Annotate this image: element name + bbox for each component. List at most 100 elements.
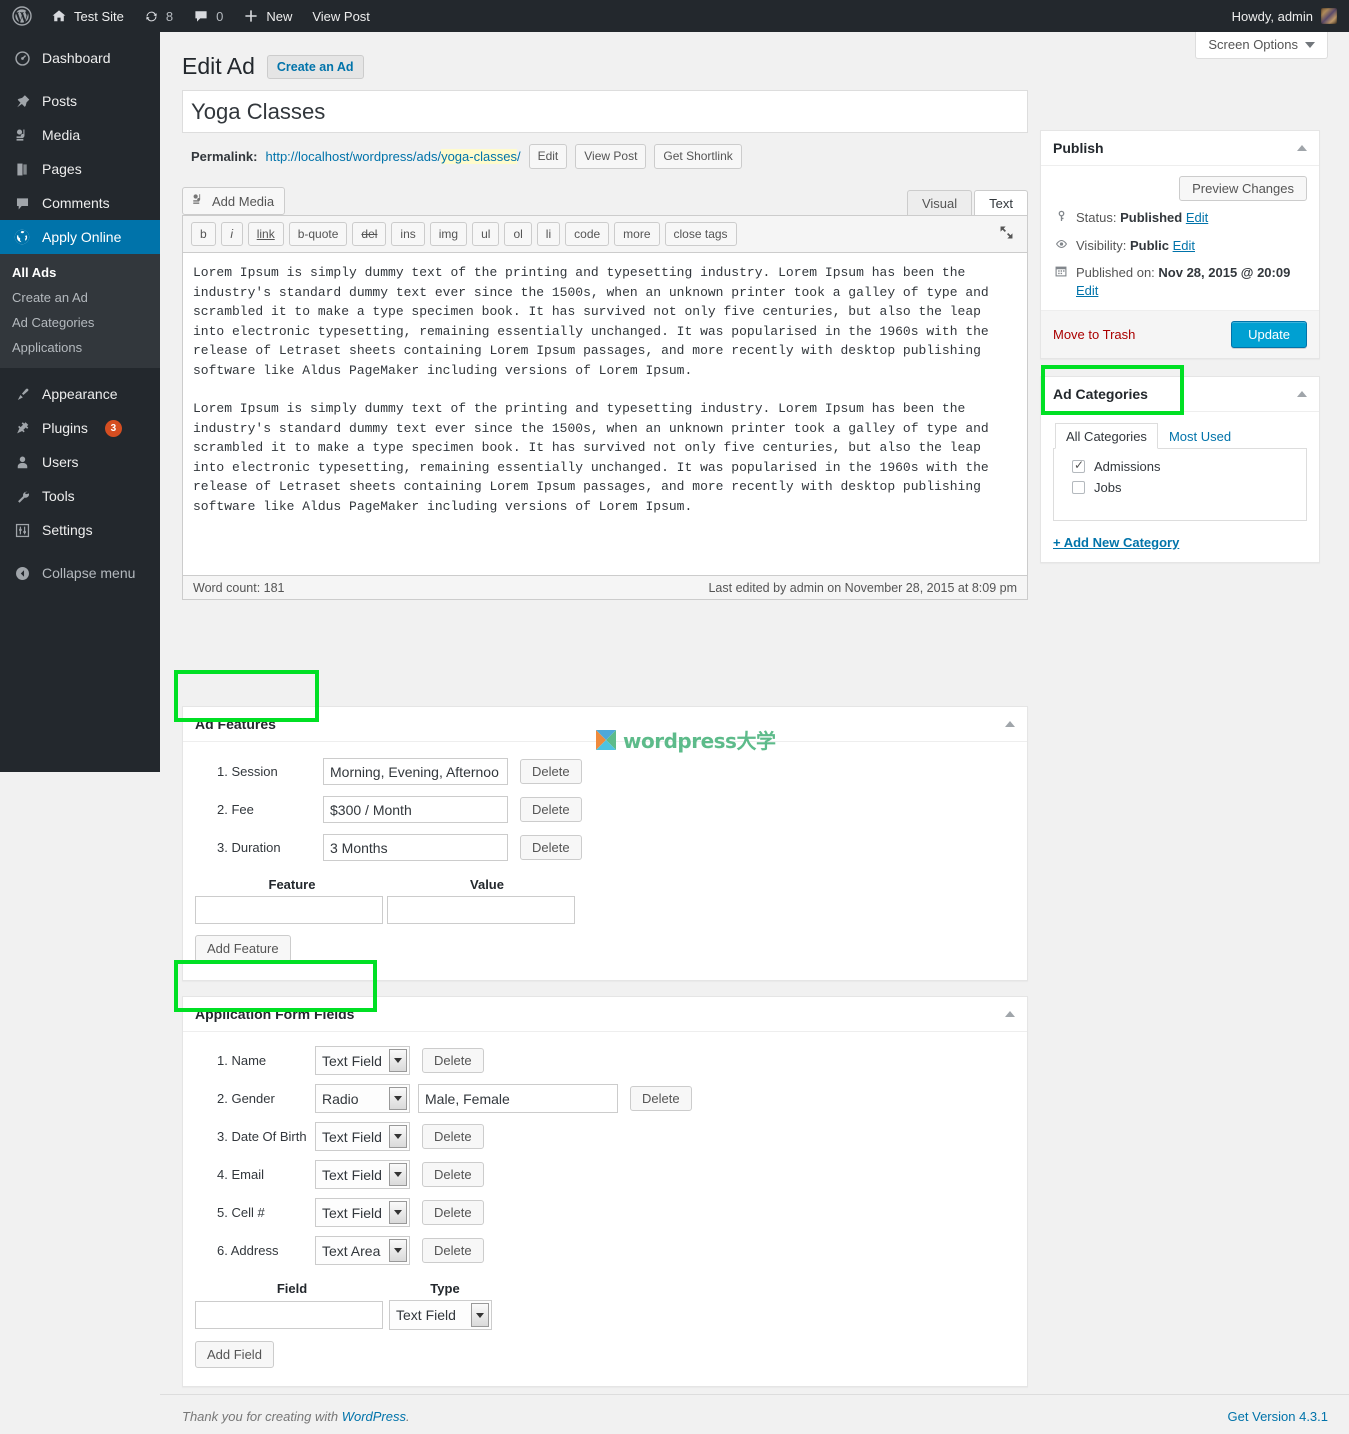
- publish-metabox-header[interactable]: Publish: [1041, 131, 1319, 166]
- delete-field-button[interactable]: Delete: [422, 1124, 484, 1149]
- form-fields-metabox-header[interactable]: Application Form Fields: [183, 997, 1027, 1032]
- delete-field-button[interactable]: Delete: [422, 1048, 484, 1073]
- quicktag-del[interactable]: del: [352, 222, 387, 246]
- ad-features-body: wordpress大学 1. Session Delete 2. Fee Del…: [183, 729, 1027, 980]
- comments-menu[interactable]: 0: [183, 0, 233, 32]
- feature-name: Duration: [231, 840, 281, 855]
- quicktag-more[interactable]: more: [614, 222, 660, 246]
- field-options-input[interactable]: [418, 1084, 618, 1113]
- editor-textarea[interactable]: Lorem Ipsum is simply dummy text of the …: [182, 252, 1028, 575]
- field-type-select[interactable]: Text Field: [315, 1160, 410, 1189]
- feature-value-input[interactable]: [323, 834, 508, 861]
- delete-field-button[interactable]: Delete: [422, 1162, 484, 1187]
- update-button[interactable]: Update: [1231, 321, 1307, 348]
- delete-field-button[interactable]: Delete: [422, 1200, 484, 1225]
- new-field-type-select[interactable]: Text Field: [389, 1300, 492, 1330]
- move-to-trash-link[interactable]: Move to Trash: [1053, 327, 1135, 342]
- get-shortlink-button[interactable]: Get Shortlink: [654, 144, 742, 169]
- checkbox-admissions[interactable]: [1072, 458, 1085, 473]
- quicktag-i[interactable]: i: [220, 222, 243, 246]
- quicktag-ol[interactable]: ol: [504, 222, 532, 246]
- site-name-menu[interactable]: Test Site: [41, 0, 134, 32]
- quicktag-b[interactable]: b: [191, 222, 216, 246]
- sidebar-item-settings[interactable]: Settings: [0, 513, 160, 547]
- new-feature-value-input[interactable]: [387, 896, 575, 924]
- sidebar-item-posts[interactable]: Posts: [0, 84, 160, 118]
- quicktag-code[interactable]: code: [565, 222, 610, 246]
- new-field-name-input[interactable]: [195, 1301, 383, 1329]
- tab-visual[interactable]: Visual: [906, 190, 973, 215]
- wordpress-link[interactable]: WordPress: [342, 1409, 406, 1424]
- preview-changes-button[interactable]: Preview Changes: [1179, 176, 1307, 201]
- field-type-select[interactable]: Text Area: [315, 1236, 410, 1265]
- sidebar-item-collapse-menu[interactable]: Collapse menu: [0, 556, 160, 590]
- edit-status-link[interactable]: Edit: [1186, 210, 1208, 225]
- delete-feature-button[interactable]: Delete: [520, 835, 582, 860]
- delete-feature-button[interactable]: Delete: [520, 797, 582, 822]
- add-media-button[interactable]: Add Media: [182, 187, 286, 215]
- view-post-button[interactable]: View Post: [575, 144, 647, 169]
- view-post-menu[interactable]: View Post: [302, 0, 380, 32]
- quicktag-ins[interactable]: ins: [391, 222, 425, 246]
- sidebar-item-ad-categories[interactable]: Ad Categories: [0, 310, 160, 335]
- tab-all-categories[interactable]: All Categories: [1055, 423, 1158, 449]
- sidebar-item-create-an-ad[interactable]: Create an Ad: [0, 285, 160, 310]
- create-an-ad-button[interactable]: Create an Ad: [266, 54, 364, 79]
- quicktag-link[interactable]: link: [247, 222, 284, 246]
- wordpress-logo-menu[interactable]: [0, 0, 41, 32]
- sidebar-item-pages[interactable]: Pages: [0, 152, 160, 186]
- chevron-up-icon[interactable]: [1005, 1011, 1015, 1017]
- fullscreen-icon[interactable]: [998, 224, 1019, 244]
- sidebar-item-tools[interactable]: Tools: [0, 479, 160, 513]
- ad-features-metabox-header[interactable]: Ad Features: [183, 707, 1027, 742]
- field-type-select[interactable]: Text Field: [315, 1046, 410, 1075]
- avatar: [1321, 8, 1337, 24]
- edit-permalink-button[interactable]: Edit: [528, 144, 568, 169]
- category-item-jobs[interactable]: Jobs: [1064, 478, 1296, 499]
- feature-value-input[interactable]: [323, 796, 508, 823]
- chevron-down-icon: [389, 1125, 407, 1148]
- sidebar-item-users[interactable]: Users: [0, 445, 160, 479]
- tab-most-used[interactable]: Most Used: [1158, 423, 1242, 449]
- sidebar-item-all-ads[interactable]: All Ads: [0, 260, 160, 285]
- account-menu[interactable]: Howdy, admin: [1232, 8, 1349, 24]
- field-type-select[interactable]: Radio: [315, 1084, 410, 1113]
- sidebar-item-plugins[interactable]: Plugins 3: [0, 411, 160, 445]
- quicktag-b-quote[interactable]: b-quote: [288, 222, 348, 246]
- screen-options-button[interactable]: Screen Options: [1195, 32, 1328, 59]
- edit-visibility-link[interactable]: Edit: [1173, 238, 1195, 253]
- field-type-select[interactable]: Text Field: [315, 1198, 410, 1227]
- checkbox-jobs[interactable]: [1072, 481, 1085, 494]
- ad-categories-metabox-header[interactable]: Ad Categories: [1041, 377, 1319, 412]
- post-title-input[interactable]: [182, 90, 1028, 133]
- chevron-up-icon[interactable]: [1297, 145, 1307, 151]
- sidebar-item-applications[interactable]: Applications: [0, 335, 160, 360]
- quicktag-close-tags[interactable]: close tags: [664, 222, 737, 246]
- field-type-select[interactable]: Text Field: [315, 1122, 410, 1151]
- delete-field-button[interactable]: Delete: [630, 1086, 692, 1111]
- add-field-button[interactable]: Add Field: [195, 1341, 274, 1368]
- add-feature-button[interactable]: Add Feature: [195, 935, 291, 962]
- sidebar-item-media[interactable]: Media: [0, 118, 160, 152]
- get-version-link[interactable]: Get Version 4.3.1: [1228, 1409, 1328, 1424]
- quicktag-img[interactable]: img: [429, 222, 468, 246]
- add-new-category-link[interactable]: + Add New Category: [1053, 535, 1307, 550]
- edit-published-link[interactable]: Edit: [1076, 283, 1098, 298]
- new-feature-name-input[interactable]: [195, 896, 383, 924]
- delete-feature-button[interactable]: Delete: [520, 759, 582, 784]
- permalink-value[interactable]: http://localhost/wordpress/ads/yoga-clas…: [265, 149, 521, 164]
- quicktag-li[interactable]: li: [536, 222, 561, 246]
- feature-value-input[interactable]: [323, 758, 508, 785]
- new-content-menu[interactable]: New: [233, 0, 302, 32]
- sidebar-item-dashboard[interactable]: Dashboard: [0, 41, 160, 75]
- chevron-up-icon[interactable]: [1005, 721, 1015, 727]
- tab-text[interactable]: Text: [974, 190, 1028, 215]
- sidebar-item-appearance[interactable]: Appearance: [0, 377, 160, 411]
- delete-field-button[interactable]: Delete: [422, 1238, 484, 1263]
- sidebar-item-apply-online[interactable]: Apply Online: [0, 220, 168, 254]
- quicktag-ul[interactable]: ul: [472, 222, 500, 246]
- sidebar-item-comments[interactable]: Comments: [0, 186, 160, 220]
- updates-menu[interactable]: 8: [134, 0, 183, 32]
- chevron-up-icon[interactable]: [1297, 391, 1307, 397]
- category-item-admissions[interactable]: Admissions: [1064, 457, 1296, 478]
